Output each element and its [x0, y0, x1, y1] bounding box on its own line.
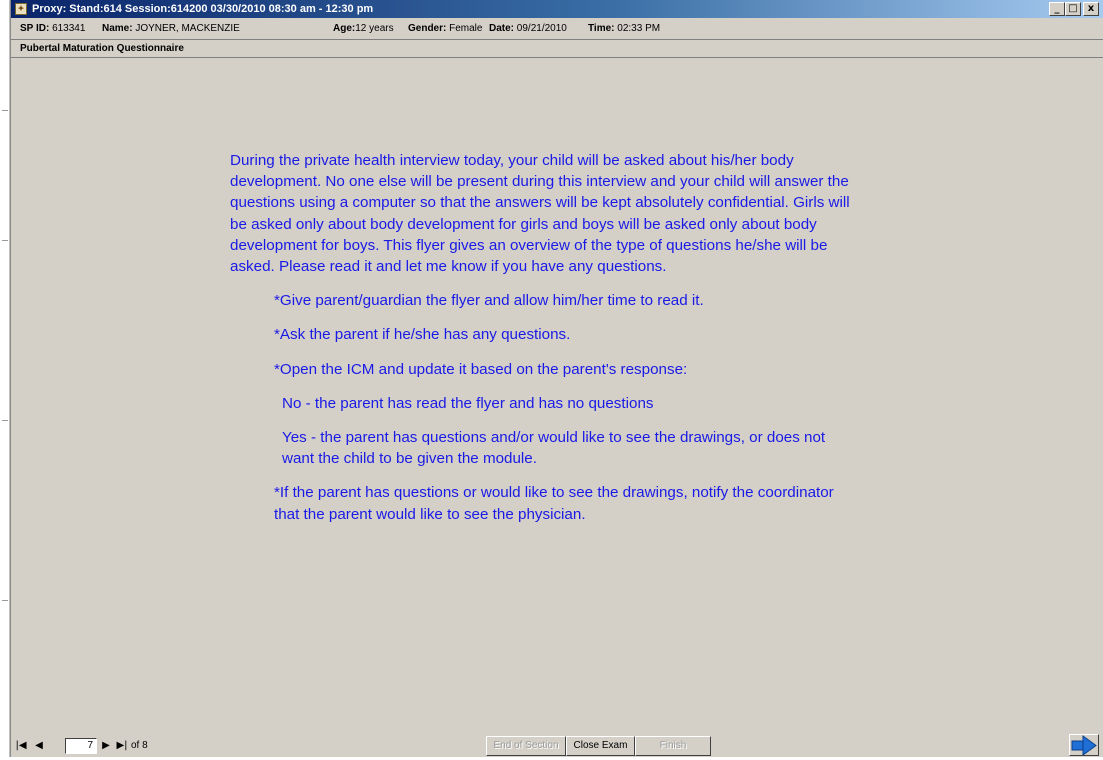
finish-button[interactable]: Finish	[635, 736, 711, 756]
name-value: JOYNER, MACKENZIE	[135, 23, 240, 34]
next-arrow-icon	[1071, 735, 1097, 756]
first-page-icon[interactable]: |◀	[13, 738, 29, 754]
sp-id-value: 613341	[52, 23, 86, 34]
participant-info-bar: SP ID: 613341 Name: JOYNER, MACKENZIE Ag…	[11, 18, 1103, 40]
sp-id-label: SP ID:	[20, 23, 50, 34]
title-bar[interactable]: ✦ Proxy: Stand:614 Session:614200 03/30/…	[11, 0, 1103, 18]
instruction-give-flyer: *Give parent/guardian the flyer and allo…	[274, 292, 704, 310]
maximize-button[interactable]: □	[1065, 2, 1081, 16]
instruction-notify-coordinator: *If the parent has questions or would li…	[274, 484, 834, 523]
name-field: Name: JOYNER, MACKENZIE	[102, 18, 240, 40]
end-of-section-button[interactable]: End of Section	[486, 736, 566, 756]
name-label: Name:	[102, 23, 133, 34]
exam-window: ✦ Proxy: Stand:614 Session:614200 03/30/…	[10, 0, 1103, 757]
sp-id-field: SP ID: 613341	[20, 18, 85, 40]
gender-label: Gender:	[408, 23, 447, 34]
instruction-ask-questions: *Ask the parent if he/she has any questi…	[274, 326, 571, 344]
option-no: No - the parent has read the flyer and h…	[282, 394, 654, 412]
time-value: 02:33 PM	[617, 23, 661, 34]
minimize-button[interactable]: _	[1049, 2, 1065, 16]
age-label: Age:	[333, 23, 356, 34]
instruction-content: During the private health interview toda…	[230, 150, 850, 525]
section-title: Pubertal Maturation Questionnaire	[11, 40, 1103, 58]
navigation-bar: |◀ ◀ 7 ▶ ▶| of 8 End of Section Close Ex…	[11, 733, 1103, 757]
instruction-open-icm: *Open the ICM and update it based on the…	[274, 360, 688, 378]
age-field: Age:12 years	[333, 18, 394, 40]
strip-tick	[2, 600, 8, 601]
page-number-input[interactable]: 7	[65, 738, 97, 754]
gender-value: Female	[449, 23, 483, 34]
date-field: Date: 09/21/2010	[489, 18, 567, 40]
option-yes: Yes - the parent has questions and/or wo…	[282, 429, 826, 468]
date-value: 09/21/2010	[516, 23, 567, 34]
time-label: Time:	[588, 23, 615, 34]
prev-page-icon[interactable]: ◀	[31, 738, 47, 754]
time-field: Time: 02:33 PM	[588, 18, 660, 40]
close-button[interactable]: x	[1083, 2, 1099, 16]
page-count-label: of 8	[131, 740, 148, 751]
next-arrow-button[interactable]	[1069, 734, 1099, 756]
last-page-icon[interactable]: ▶|	[114, 738, 130, 754]
window-title: Proxy: Stand:614 Session:614200 03/30/20…	[32, 3, 374, 15]
strip-tick	[2, 420, 8, 421]
left-edge-strip	[0, 0, 10, 757]
intro-paragraph: During the private health interview toda…	[230, 152, 850, 276]
next-page-icon[interactable]: ▶	[99, 738, 113, 754]
strip-tick	[2, 110, 8, 111]
age-value: 12 years	[355, 23, 394, 34]
window-controls: _ □ x	[1049, 2, 1099, 16]
date-label: Date:	[489, 23, 515, 34]
gender-field: Gender: Female	[408, 18, 482, 40]
app-icon: ✦	[15, 3, 27, 15]
strip-tick	[2, 240, 8, 241]
close-exam-button[interactable]: Close Exam	[566, 736, 635, 756]
